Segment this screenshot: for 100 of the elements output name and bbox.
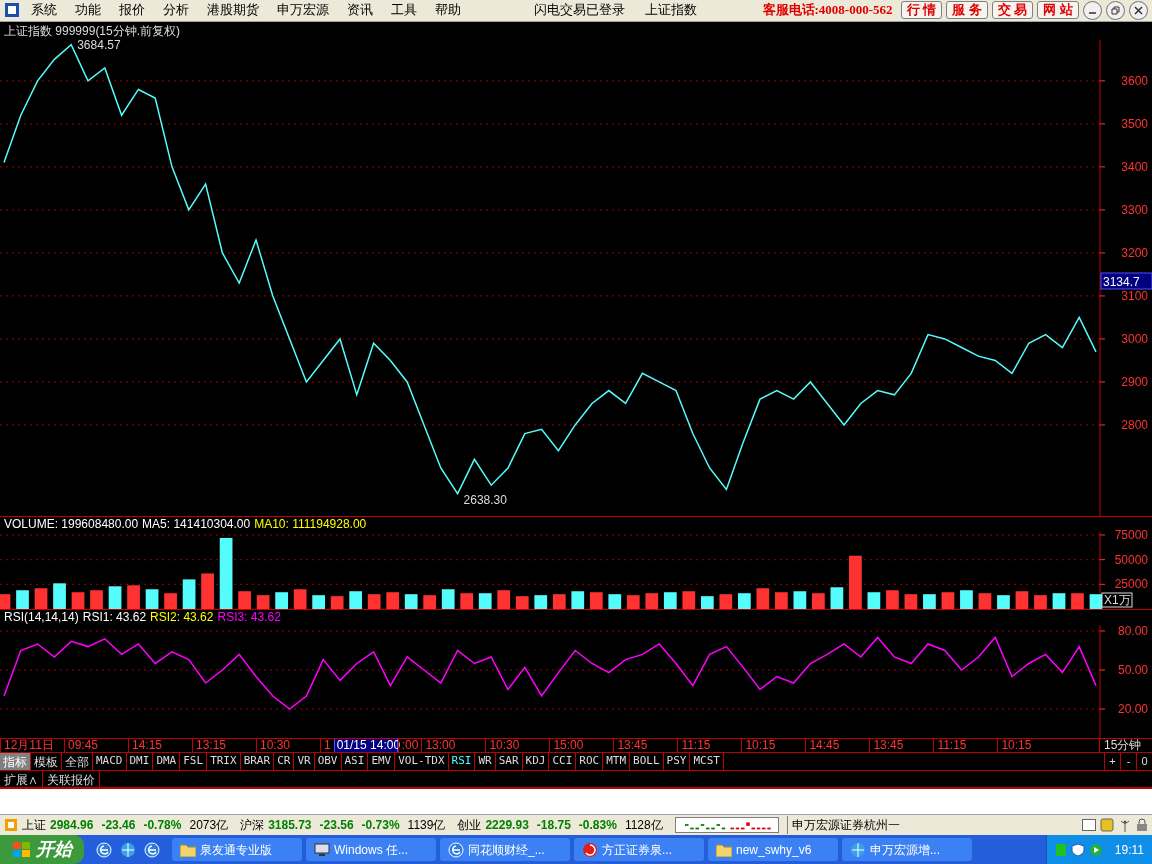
sub-tab[interactable]: 扩展∧ xyxy=(0,770,43,787)
axis-tick-label: 3200 xyxy=(1121,245,1148,260)
indicator-tab[interactable]: TRIX xyxy=(207,752,241,770)
menu-item[interactable]: 港股期货 xyxy=(200,1,266,20)
indicator-tab[interactable]: MTM xyxy=(603,752,631,770)
axis-tick-label: 2900 xyxy=(1121,374,1148,389)
indicator-tab[interactable]: EMV xyxy=(368,752,396,770)
indicator-label: VOLUME: 199608480.00 xyxy=(4,518,139,531)
quick-button[interactable]: 服 务 xyxy=(946,1,988,20)
indicator-tab[interactable]: RSI xyxy=(448,752,476,770)
minimize-icon xyxy=(1088,12,1097,15)
indicator-tab[interactable]: ASI xyxy=(341,752,369,770)
axis-tick-label: 3100 xyxy=(1121,288,1148,303)
index-name: 创业 xyxy=(457,816,482,834)
indicator-tab[interactable]: DMI xyxy=(126,752,154,770)
restore-button[interactable] xyxy=(1106,0,1125,20)
indicator-tab[interactable]: BOLL xyxy=(630,752,664,770)
index-change: -23.46 xyxy=(101,816,136,834)
tray-app-icon xyxy=(1054,842,1067,857)
zoom-button[interactable]: + xyxy=(1104,752,1120,770)
taskbar-button[interactable]: 同花顺财经_... xyxy=(440,838,570,862)
start-button[interactable]: 开始 xyxy=(0,835,84,864)
indicator-tab[interactable]: SAR xyxy=(495,752,523,770)
close-icon xyxy=(1134,5,1143,15)
indicator-tab[interactable]: 模板 xyxy=(31,752,62,770)
menu-item[interactable]: 系统 xyxy=(24,1,64,20)
globe-icon xyxy=(120,841,136,858)
menu-item[interactable]: 工具 xyxy=(384,1,424,20)
time-label: 11:15 xyxy=(933,738,998,752)
price-tag: 3134.7 xyxy=(1100,272,1152,290)
zoom-button[interactable]: 0 xyxy=(1136,752,1152,770)
index-name: 沪深 xyxy=(240,816,265,834)
axis-tick-label: 3600 xyxy=(1121,73,1148,88)
shield-icon xyxy=(1070,842,1085,857)
close-button[interactable] xyxy=(1129,0,1148,20)
quick-button[interactable]: 交 易 xyxy=(991,1,1034,20)
indicator-tab[interactable]: CR xyxy=(274,752,295,770)
folder-icon xyxy=(180,842,196,857)
axis-tick-label: 25000 xyxy=(1114,577,1148,592)
globe-e-icon xyxy=(144,841,160,858)
market-meter-icon xyxy=(674,816,779,833)
globe-e-icon xyxy=(96,841,112,858)
status-text: 闪电交易已登录 xyxy=(532,1,626,20)
menu-item[interactable]: 申万宏源 xyxy=(270,1,336,20)
globe-icon xyxy=(850,841,866,858)
menu-item[interactable]: 分析 xyxy=(156,1,196,20)
indicator-tab[interactable]: OBV xyxy=(314,752,342,770)
zoom-button[interactable]: - xyxy=(1120,752,1136,770)
index-change: -23.56 xyxy=(319,816,354,834)
indicator-tab[interactable]: VR xyxy=(294,752,315,770)
note-icon xyxy=(1100,817,1114,832)
menu-item[interactable]: 帮助 xyxy=(428,1,468,20)
time-label: 13:45 xyxy=(869,738,934,752)
period-label: 15分钟 xyxy=(1103,738,1143,752)
indicator-tab[interactable]: MCST xyxy=(690,752,724,770)
indicator-tab[interactable]: 全部 xyxy=(62,752,93,770)
menu-item[interactable]: 功能 xyxy=(68,1,108,20)
indicator-tab[interactable]: CCI xyxy=(549,752,577,770)
indicator-tab[interactable]: DMA xyxy=(153,752,181,770)
minimize-button[interactable] xyxy=(1083,0,1102,20)
indicator-tab[interactable]: KDJ xyxy=(522,752,550,770)
indicator-label: RSI3: 43.62 xyxy=(217,611,281,624)
menu-item[interactable]: 资讯 xyxy=(340,1,380,20)
index-amount: 2073亿 xyxy=(189,816,229,834)
taskbar-button[interactable]: new_swhy_v6 xyxy=(708,838,838,862)
time-label: 10:30 xyxy=(256,738,320,752)
quick-button[interactable]: 行 情 xyxy=(900,1,943,20)
time-label: 13:00 xyxy=(421,738,486,752)
folder-icon xyxy=(716,842,732,857)
taskbar-button[interactable]: Windows 任... xyxy=(306,838,436,862)
indicator-tab[interactable]: PSY xyxy=(663,752,691,770)
index-change: -18.75 xyxy=(536,816,571,834)
monitor-icon xyxy=(314,842,330,857)
taskbar-button[interactable]: 申万宏源增... xyxy=(842,838,972,862)
app-icon xyxy=(4,2,20,19)
indicator-tab[interactable]: BRAR xyxy=(240,752,275,770)
indicator-tab[interactable]: FSL xyxy=(180,752,208,770)
axis-tick-label: 20.00 xyxy=(1117,701,1148,716)
restore-icon xyxy=(1111,5,1120,15)
axis-tick-label: 3400 xyxy=(1121,159,1148,174)
indicator-tab[interactable]: ROC xyxy=(576,752,604,770)
indicator-tab[interactable]: WR xyxy=(475,752,496,770)
indicator-tab[interactable]: MACD xyxy=(93,752,127,770)
index-name: 上证 xyxy=(22,816,46,834)
quick-button[interactable]: 网 站 xyxy=(1037,1,1079,20)
indicator-label: MA5: 141410304.00 xyxy=(142,518,251,531)
sub-tab[interactable]: 关联报价 xyxy=(43,770,100,787)
menu-item[interactable]: 报价 xyxy=(112,1,152,20)
time-label: 11:15 xyxy=(677,738,742,752)
indicator-label: RSI(14,14,14) xyxy=(4,611,79,624)
indicator-tab[interactable]: VOL-TDX xyxy=(395,752,449,770)
chart-title: 上证指数 999999(15分钟.前复权) xyxy=(4,22,181,40)
taskbar-button[interactable]: 泉友通专业版 xyxy=(172,838,302,862)
taskbar-button[interactable]: 方正证券泉... xyxy=(574,838,704,862)
time-label: 1 xyxy=(320,738,334,752)
index-amount: 1128亿 xyxy=(624,816,663,834)
broker-label: 申万宏源证券杭州一 xyxy=(786,815,900,834)
index-value: 2229.93 xyxy=(485,816,529,834)
time-label: 12月11日 xyxy=(0,738,64,752)
time-label: 14:15 xyxy=(128,738,192,752)
